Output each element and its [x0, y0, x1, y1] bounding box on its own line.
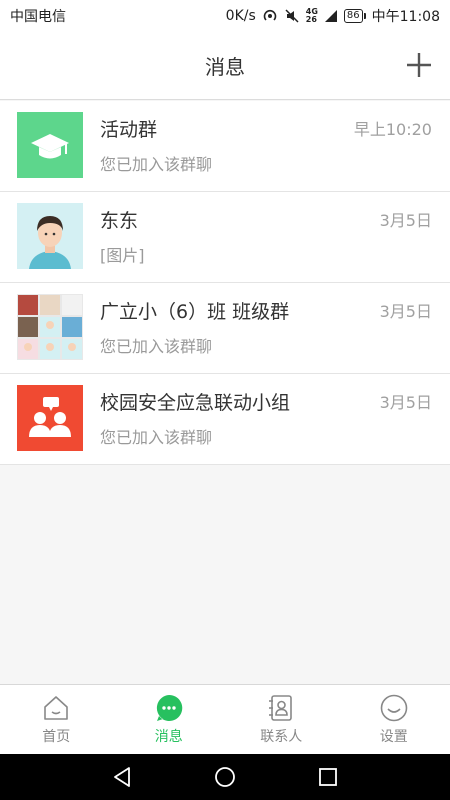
contacts-icon: [269, 695, 293, 721]
conversation-name: 东东: [100, 210, 139, 232]
network-type: 4G 26: [306, 8, 318, 24]
tab-label: 联系人: [260, 729, 303, 745]
graduation-cap-icon: [17, 112, 83, 178]
conversation-item[interactable]: 东东 [图片] 3月5日: [0, 192, 450, 283]
home-icon: [44, 696, 69, 720]
page-title: 消息: [205, 55, 245, 79]
conversation-list: 活动群 您已加入该群聊 早上10:20 东东 [图片] 3月5日 广立小（6）班…: [0, 101, 450, 465]
conversation-time: 3月5日: [379, 393, 432, 412]
clock: 中午11:08: [371, 9, 440, 25]
status-indicators: 0K/s 4G 26 86 中午11:08: [226, 6, 440, 26]
battery-level: 86: [343, 9, 363, 23]
message-icon: [156, 694, 182, 721]
group-photo-grid: [17, 294, 83, 360]
conversation-time: 3月5日: [379, 211, 432, 230]
conversation-item[interactable]: 校园安全应急联动小组 您已加入该群聊 3月5日: [0, 374, 450, 465]
tab-home[interactable]: 首页: [0, 685, 113, 754]
tab-messages[interactable]: 消息: [113, 685, 226, 754]
conversation-preview: 您已加入该群聊: [100, 155, 213, 174]
tab-label: 消息: [154, 729, 183, 745]
hotspot-icon: [263, 9, 277, 21]
bottom-tab-bar: 首页 消息 联系人 设置: [0, 684, 450, 754]
conversation-name: 活动群: [100, 119, 158, 141]
system-nav-bar: [0, 754, 450, 800]
network-speed: 0K/s: [225, 8, 256, 24]
carrier-label: 中国电信: [10, 9, 66, 25]
add-button[interactable]: [404, 50, 434, 80]
signal-icon: [324, 10, 337, 22]
tab-contacts[interactable]: 联系人: [225, 685, 338, 754]
app-header: 消息: [0, 32, 450, 100]
tab-settings[interactable]: 设置: [338, 685, 450, 754]
home-circle-icon[interactable]: [213, 765, 237, 789]
conversation-item[interactable]: 广立小（6）班 班级群 您已加入该群聊 3月5日: [0, 283, 450, 374]
status-bar: 中国电信 0K/s 4G 26 86 中午11:08: [0, 0, 450, 32]
battery-tip: [363, 13, 366, 19]
conversation-name: 广立小（6）班 班级群: [100, 301, 290, 323]
settings-smile-icon: [380, 694, 408, 722]
battery-indicator: 86: [343, 9, 366, 23]
conversation-preview: [图片]: [100, 246, 145, 265]
conversation-preview: 您已加入该群聊: [100, 337, 213, 356]
recents-square-icon[interactable]: [316, 765, 340, 789]
mute-icon: [285, 9, 299, 23]
conversation-name: 校园安全应急联动小组: [100, 392, 291, 414]
conversation-time: 早上10:20: [353, 120, 432, 139]
conversation-item[interactable]: 活动群 您已加入该群聊 早上10:20: [0, 101, 450, 192]
back-triangle-icon[interactable]: [110, 765, 134, 789]
tab-label: 设置: [379, 729, 408, 745]
conversation-preview: 您已加入该群聊: [100, 428, 213, 447]
conversation-time: 3月5日: [379, 302, 432, 321]
network-type-bottom: 26: [305, 15, 317, 24]
person-avatar: [17, 203, 83, 269]
tab-label: 首页: [42, 729, 71, 745]
group-chat-icon: [17, 385, 83, 451]
